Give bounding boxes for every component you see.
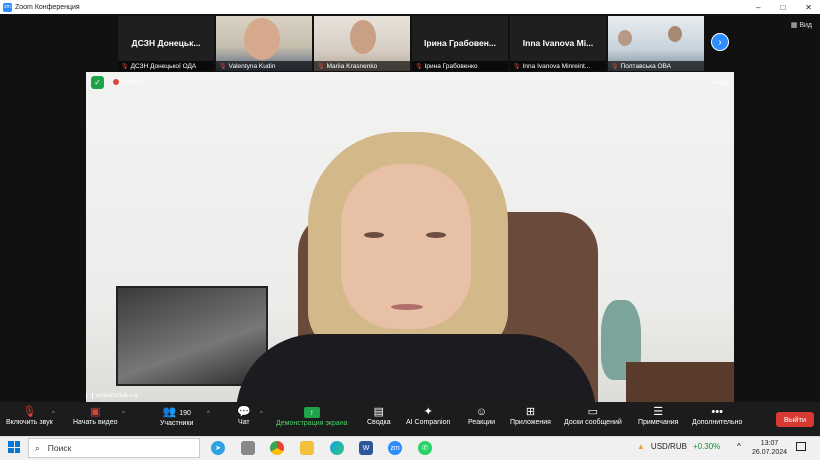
muted-mic-icon: 🎙 (317, 63, 325, 70)
fullscreen-button[interactable]: Вход (713, 79, 728, 86)
start-video-button[interactable]: ▣ Начать видео (73, 406, 117, 426)
telegram-icon[interactable]: ➤ (211, 441, 225, 455)
chart-up-icon: ▲ (637, 442, 645, 451)
participant-name-large: Ірина Грабовен... (424, 38, 496, 48)
chat-icon: 💬 (237, 406, 251, 418)
speaker-body (236, 334, 596, 402)
chrome-icon[interactable] (270, 441, 284, 455)
muted-mic-icon: 🎙 (415, 63, 423, 70)
recording-label: Запись (122, 78, 144, 85)
apps-button[interactable]: ⊞ Приложения (510, 406, 551, 426)
chat-button[interactable]: 💬 Чат (237, 406, 251, 426)
more-dots-icon: ••• (711, 406, 723, 418)
speaker-name: vereshchuk-i-a (95, 392, 138, 399)
participants-caret[interactable]: ^ (207, 411, 210, 417)
participant-caption: ДСЗН Донецької ОДА (130, 62, 197, 70)
participant-video (244, 18, 280, 60)
word-icon[interactable]: W (359, 441, 373, 455)
participant-tile[interactable]: Inna Ivanova Mi... 🎙 Inna Ivanova Minrein… (510, 16, 606, 71)
speaker-name-tag: vereshchuk-i-a (86, 392, 138, 399)
sparkle-icon: ✦ (423, 406, 433, 418)
muted-mic-icon: 🎙 (121, 63, 129, 70)
participant-caption: Mariia Krasnenko (326, 62, 378, 70)
video-options-caret[interactable]: ^ (122, 411, 125, 417)
participant-name-large: ДСЗН Донецьк... (131, 38, 201, 48)
participant-tile[interactable]: Ірина Грабовен... 🎙 Ірина Грабовенко (412, 16, 508, 71)
participant-video (668, 26, 682, 42)
muted-mic-icon: 🎙 (219, 63, 227, 70)
notes-button[interactable]: ☰ Примечания (638, 406, 678, 426)
search-icon: ⌕ (35, 442, 40, 453)
participant-name-large: Inna Ivanova Mi... (522, 38, 594, 48)
notification-icon[interactable] (796, 442, 806, 451)
more-button[interactable]: ••• Дополнительно (692, 406, 742, 426)
app-icon[interactable] (241, 441, 255, 455)
view-label: Вид (799, 22, 812, 29)
cabinet (626, 362, 734, 402)
participants-icon: 👥 190 (162, 406, 191, 418)
unmute-button[interactable]: 🎙 Включить звук (6, 406, 53, 426)
recording-indicator: Запись (113, 78, 143, 85)
meeting-area: ДСЗН Донецьк... 🎙 ДСЗН Донецької ОДА 🎙 Val… (0, 14, 820, 402)
wall-photo (116, 286, 268, 386)
apps-icon: ⊞ (525, 406, 536, 418)
participants-button[interactable]: 👥 190 Участники (160, 406, 193, 427)
currency-widget[interactable]: ▲ USD/RUB +0.30% (637, 442, 720, 451)
participant-tile[interactable]: 🎙 Valentyna Kudin (216, 16, 312, 71)
participant-caption: Полтавська ОВА (620, 62, 672, 70)
muted-mic-icon: 🎙 (611, 63, 619, 70)
whiteboard-icon: ▭ (587, 406, 599, 418)
record-dot-icon (113, 78, 119, 85)
leave-button[interactable]: Выйти (776, 412, 814, 427)
share-screen-button[interactable]: ↑ Демонстрация экрана (276, 406, 348, 427)
chat-caret[interactable]: ^ (260, 411, 263, 417)
view-button[interactable]: ▦ Вид (791, 21, 812, 29)
participant-caption: Inna Ivanova Minreint... (522, 62, 591, 70)
file-explorer-icon[interactable] (300, 441, 314, 455)
clock[interactable]: 13:07 26.07.2024 (752, 439, 787, 457)
active-speaker-video (86, 72, 734, 402)
window-titlebar: zm Zoom Конференция – □ ✕ (0, 0, 820, 14)
summary-icon: ▤ (373, 406, 385, 418)
ai-companion-button[interactable]: ✦ AI Companion (406, 406, 450, 426)
muted-mic-icon: 🎙 (513, 63, 521, 70)
security-shield-icon[interactable]: ✓ (91, 76, 104, 89)
minimize-button[interactable]: – (756, 3, 760, 12)
window-title: Zoom Конференция (15, 3, 80, 11)
start-windows-icon[interactable] (8, 441, 20, 453)
participant-video (350, 20, 376, 54)
participant-caption: Ірина Грабовенко (424, 62, 478, 70)
tray-expand-icon[interactable]: ^ (737, 442, 741, 451)
audio-options-caret[interactable]: ^ (52, 411, 55, 417)
summary-button[interactable]: ▤ Сводка (367, 406, 391, 426)
participant-tile[interactable]: 🎙 Mariia Krasnenko (314, 16, 410, 71)
participant-tile[interactable]: ДСЗН Донецьк... 🎙 ДСЗН Донецької ОДА (118, 16, 214, 71)
participant-tile[interactable]: 🎙 Полтавська ОВА (608, 16, 704, 71)
signal-icon (86, 392, 93, 399)
notes-icon: ☰ (653, 406, 664, 418)
zoom-logo-icon: zm (3, 2, 12, 12)
participant-caption: Valentyna Kudin (228, 62, 276, 70)
zoom-icon[interactable]: zm (388, 441, 402, 455)
close-button[interactable]: ✕ (805, 3, 812, 12)
whatsapp-icon[interactable]: ✆ (418, 441, 432, 455)
reactions-button[interactable]: ☺ Реакции (468, 406, 495, 426)
participant-video (618, 30, 632, 46)
mic-muted-icon: 🎙 (22, 406, 37, 418)
gallery-strip: ДСЗН Донецьк... 🎙 ДСЗН Донецької ОДА 🎙 Val… (118, 16, 730, 71)
edge-icon[interactable] (330, 441, 344, 455)
maximize-button[interactable]: □ (780, 3, 785, 12)
next-page-button[interactable]: › (711, 33, 729, 51)
emoji-icon: ☺ (475, 406, 488, 418)
video-off-icon: ▣ (90, 406, 101, 418)
whiteboards-button[interactable]: ▭ Доски сообщений (564, 406, 622, 426)
taskbar-search[interactable]: ⌕ Поиск (28, 438, 200, 458)
share-arrow-icon: ↑ (303, 407, 320, 418)
